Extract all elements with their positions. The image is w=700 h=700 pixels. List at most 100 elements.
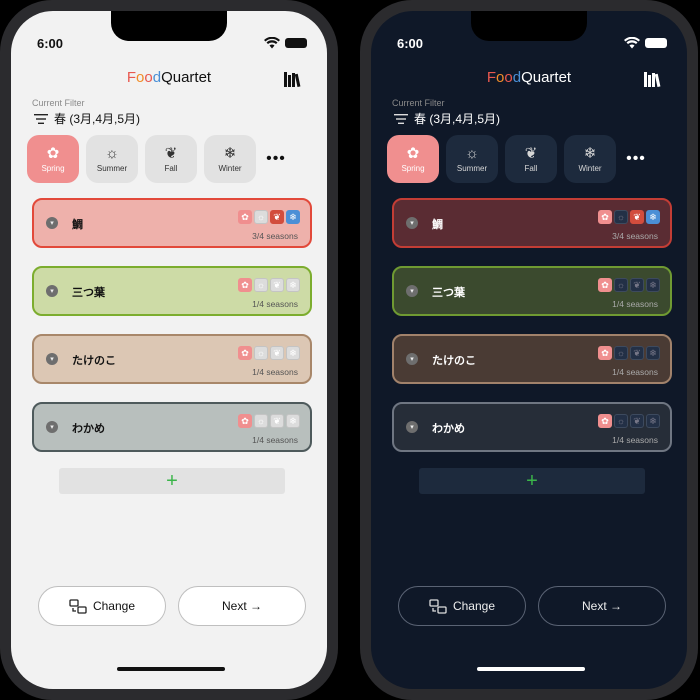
season-button-spring[interactable]: ✿ Spring bbox=[387, 135, 439, 183]
pin-icon[interactable]: ▾ bbox=[46, 421, 58, 433]
status-icons bbox=[264, 37, 307, 49]
pin-icon[interactable]: ▾ bbox=[406, 421, 418, 433]
pin-icon[interactable]: ▾ bbox=[46, 285, 58, 297]
sun-icon: ☼ bbox=[254, 278, 268, 292]
sun-icon: ☼ bbox=[254, 414, 268, 428]
status-time: 6:00 bbox=[37, 36, 64, 51]
snowflake-icon: ❄ bbox=[223, 144, 237, 162]
leaf-icon: ❦ bbox=[270, 346, 284, 360]
pin-icon[interactable]: ▾ bbox=[46, 353, 58, 365]
food-card[interactable]: ▾ 三つ葉 ✿ ☼ ❦ ❄ 1/4 seasons bbox=[392, 266, 672, 316]
season-label: Summer bbox=[96, 163, 128, 173]
season-button-winter[interactable]: ❄ Winter bbox=[204, 135, 256, 183]
sun-icon: ☼ bbox=[614, 346, 628, 360]
season-selector: ✿ Spring ☼ Summer ❦ Fall ❄ Winter ••• bbox=[387, 135, 649, 183]
season-count: 3/4 seasons bbox=[612, 231, 658, 241]
food-card[interactable]: ▾ わかめ ✿ ☼ ❦ ❄ 1/4 seasons bbox=[32, 402, 312, 452]
flower-icon: ✿ bbox=[598, 278, 612, 292]
snowflake-icon: ❄ bbox=[646, 278, 660, 292]
snowflake-icon: ❄ bbox=[646, 210, 660, 224]
food-card[interactable]: ▾ 鯛 ✿ ☼ ❦ ❄ 3/4 seasons bbox=[392, 198, 672, 248]
sun-icon: ☼ bbox=[465, 144, 479, 162]
add-food-button[interactable]: + bbox=[419, 468, 645, 494]
flower-icon: ✿ bbox=[238, 278, 252, 292]
food-card[interactable]: ▾ 三つ葉 ✿ ☼ ❦ ❄ 1/4 seasons bbox=[32, 266, 312, 316]
status-time: 6:00 bbox=[397, 36, 424, 51]
season-count: 1/4 seasons bbox=[252, 367, 298, 377]
current-filter-label: Current Filter bbox=[32, 98, 85, 108]
pin-icon[interactable]: ▾ bbox=[46, 217, 58, 229]
food-name: 鯛 bbox=[432, 219, 443, 231]
library-icon[interactable] bbox=[283, 71, 303, 87]
season-label: Fall bbox=[524, 163, 538, 173]
filter-text: 春 (3月,4月,5月) bbox=[54, 112, 141, 126]
flower-icon: ✿ bbox=[238, 346, 252, 360]
current-filter-value[interactable]: 春 (3月,4月,5月) bbox=[394, 110, 500, 127]
next-button[interactable]: Next → bbox=[178, 586, 306, 626]
switch-icon bbox=[69, 598, 87, 614]
add-food-button[interactable]: + bbox=[59, 468, 285, 494]
season-indicators: ✿ ☼ ❦ ❄ bbox=[238, 346, 300, 360]
season-count: 1/4 seasons bbox=[612, 299, 658, 309]
season-label: Winter bbox=[218, 163, 242, 173]
food-card[interactable]: ▾ わかめ ✿ ☼ ❦ ❄ 1/4 seasons bbox=[392, 402, 672, 452]
notch bbox=[471, 11, 587, 41]
season-label: Spring bbox=[41, 163, 65, 173]
next-button[interactable]: Next → bbox=[538, 586, 666, 626]
change-button[interactable]: Change bbox=[398, 586, 526, 626]
leaf-icon: ❦ bbox=[630, 210, 644, 224]
battery-icon bbox=[645, 38, 667, 48]
phone-dark-mode: 6:00 FoodQuartet Current Filter 春 (3月,4月… bbox=[360, 0, 698, 700]
leaf-icon: ❦ bbox=[270, 210, 284, 224]
flower-icon: ✿ bbox=[598, 414, 612, 428]
season-button-spring[interactable]: ✿ Spring bbox=[27, 135, 79, 183]
season-button-fall[interactable]: ❦ Fall bbox=[145, 135, 197, 183]
season-label: Summer bbox=[456, 163, 488, 173]
library-icon[interactable] bbox=[643, 71, 663, 87]
app-title-part: d bbox=[152, 69, 162, 86]
snowflake-icon: ❄ bbox=[286, 414, 300, 428]
filter-icon bbox=[34, 113, 48, 124]
season-indicators: ✿ ☼ ❦ ❄ bbox=[238, 210, 300, 224]
snowflake-icon: ❄ bbox=[583, 144, 597, 162]
season-button-summer[interactable]: ☼ Summer bbox=[86, 135, 138, 183]
change-button[interactable]: Change bbox=[38, 586, 166, 626]
wifi-icon bbox=[624, 37, 640, 49]
snowflake-icon: ❄ bbox=[646, 346, 660, 360]
season-count: 1/4 seasons bbox=[612, 367, 658, 377]
pin-icon[interactable]: ▾ bbox=[406, 285, 418, 297]
leaf-icon: ❦ bbox=[164, 144, 178, 162]
current-filter-value[interactable]: 春 (3月,4月,5月) bbox=[34, 110, 140, 127]
pin-icon[interactable]: ▾ bbox=[406, 217, 418, 229]
change-label: Change bbox=[92, 599, 136, 613]
sun-icon: ☼ bbox=[614, 210, 628, 224]
filter-text: 春 (3月,4月,5月) bbox=[414, 112, 501, 126]
home-indicator[interactable] bbox=[117, 667, 225, 671]
season-label: Fall bbox=[164, 163, 178, 173]
season-count: 1/4 seasons bbox=[252, 299, 298, 309]
app-title-part: Quartet bbox=[161, 69, 212, 86]
current-filter-label: Current Filter bbox=[392, 98, 445, 108]
season-count: 3/4 seasons bbox=[252, 231, 298, 241]
app-title-part: o bbox=[144, 69, 153, 86]
leaf-icon: ❦ bbox=[270, 278, 284, 292]
season-button-fall[interactable]: ❦ Fall bbox=[505, 135, 557, 183]
more-options-icon[interactable]: ••• bbox=[623, 135, 649, 183]
sun-icon: ☼ bbox=[614, 278, 628, 292]
food-card[interactable]: ▾ たけのこ ✿ ☼ ❦ ❄ 1/4 seasons bbox=[392, 334, 672, 384]
season-button-winter[interactable]: ❄ Winter bbox=[564, 135, 616, 183]
leaf-icon: ❦ bbox=[630, 346, 644, 360]
food-name: たけのこ bbox=[432, 355, 476, 367]
pin-icon[interactable]: ▾ bbox=[406, 353, 418, 365]
home-indicator[interactable] bbox=[477, 667, 585, 671]
food-card[interactable]: ▾ 鯛 ✿ ☼ ❦ ❄ 3/4 seasons bbox=[32, 198, 312, 248]
leaf-icon: ❦ bbox=[630, 278, 644, 292]
season-button-summer[interactable]: ☼ Summer bbox=[446, 135, 498, 183]
more-options-icon[interactable]: ••• bbox=[263, 135, 289, 183]
next-label: Next → bbox=[221, 599, 262, 613]
food-name: たけのこ bbox=[72, 355, 116, 367]
season-label: Spring bbox=[401, 163, 425, 173]
app-title-part: d bbox=[512, 69, 522, 86]
food-list: ▾ 鯛 ✿ ☼ ❦ ❄ 3/4 seasons ▾ 三つ葉 ✿ ☼ ❦ ❄ 1/4 seasons ▾ たけの… bbox=[392, 198, 672, 470]
food-card[interactable]: ▾ たけのこ ✿ ☼ ❦ ❄ 1/4 seasons bbox=[32, 334, 312, 384]
